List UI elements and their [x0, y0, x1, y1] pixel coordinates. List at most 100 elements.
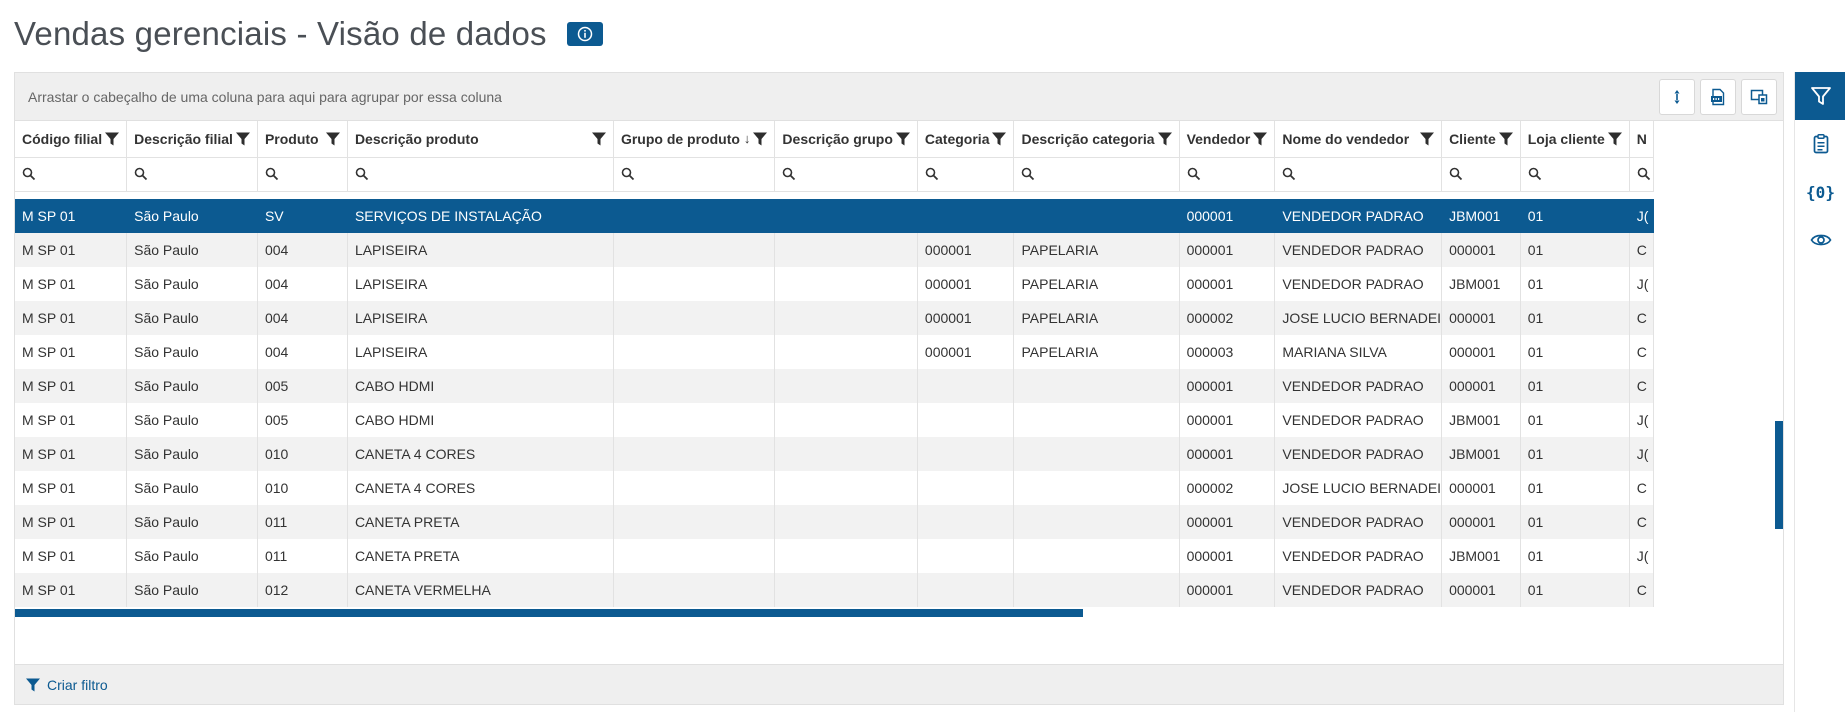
table-cell — [774, 267, 918, 301]
column-search-cell[interactable] — [774, 157, 918, 192]
column-header[interactable]: Produto — [257, 121, 348, 158]
column-filter-icon[interactable] — [991, 131, 1007, 147]
table-row[interactable]: M SP 01 São Paulo 011 CANETA PRETA 000001 VEN… — [15, 505, 1654, 539]
table-row[interactable]: M SP 01 São Paulo 004 LAPISEIRA 000001 PAPELA… — [15, 233, 1654, 267]
column-header-label: Produto — [264, 130, 319, 147]
column-filter-icon[interactable] — [1252, 131, 1268, 147]
table-cell: São Paulo — [126, 437, 258, 471]
rail-visibility-button[interactable] — [1795, 216, 1845, 264]
export-csv-button[interactable] — [1700, 79, 1736, 115]
table-cell: 000001 — [1179, 267, 1276, 301]
table-cell: PAPELARIA — [1013, 301, 1180, 335]
column-filter-icon[interactable] — [235, 131, 251, 147]
table-cell — [613, 505, 776, 539]
column-search-cell[interactable] — [257, 157, 348, 192]
column-header[interactable]: Descrição produto — [347, 121, 614, 158]
table-cell — [613, 573, 776, 607]
column-search-cell[interactable] — [126, 157, 258, 192]
column-header-label: Grupo de produto — [620, 130, 740, 147]
info-button[interactable] — [566, 22, 603, 46]
table-row[interactable]: M SP 01 São Paulo 004 LAPISEIRA 000001 PAPELA… — [15, 301, 1654, 335]
column-search-cell[interactable] — [613, 157, 776, 192]
column-search-cell[interactable] — [1441, 157, 1521, 192]
column-header[interactable]: Nome do vendedor — [1274, 121, 1443, 158]
sort-descending-icon: ↓ — [743, 131, 751, 147]
column-search-row — [15, 157, 1654, 192]
table-cell: 01 — [1520, 301, 1630, 335]
table-row[interactable]: M SP 01 São Paulo 011 CANETA PRETA 000001 VEN… — [15, 539, 1654, 573]
table-row[interactable]: M SP 01 São Paulo 010 CANETA 4 CORES 000001 V… — [15, 437, 1654, 471]
rail-filter-button[interactable] — [1795, 72, 1845, 120]
column-header[interactable]: Loja cliente — [1520, 121, 1630, 158]
search-icon — [1449, 167, 1463, 181]
column-search-cell[interactable] — [1629, 157, 1654, 192]
table-cell — [1013, 403, 1180, 437]
table-cell: 000002 — [1179, 301, 1276, 335]
column-filter-icon[interactable] — [325, 131, 341, 147]
column-header[interactable]: Cliente — [1441, 121, 1521, 158]
column-filter-icon[interactable] — [1607, 131, 1623, 147]
search-icon — [1022, 167, 1035, 181]
column-search-cell[interactable] — [1520, 157, 1630, 192]
column-header[interactable]: Categoria — [917, 121, 1015, 158]
table-cell — [917, 403, 1015, 437]
group-by-panel[interactable]: Arrastar o cabeçalho de uma coluna para … — [15, 73, 1783, 121]
column-search-cell[interactable] — [15, 157, 128, 192]
column-header-label: Loja cliente — [1527, 130, 1605, 147]
table-row[interactable]: M SP 01 São Paulo 005 CABO HDMI 000001 VENDED… — [15, 403, 1654, 437]
column-chooser-button[interactable] — [1741, 79, 1777, 115]
eye-icon — [1810, 234, 1831, 246]
column-search-cell[interactable] — [1274, 157, 1443, 192]
table-cell: JOSE LUCIO BERNADEI — [1274, 471, 1443, 505]
table-row[interactable]: M SP 01 São Paulo 012 CANETA VERMELHA 000001… — [15, 573, 1654, 607]
column-header[interactable]: Descrição categoria — [1013, 121, 1180, 158]
column-header[interactable]: Vendedor — [1179, 121, 1276, 158]
column-header[interactable]: Descrição grupo — [774, 121, 918, 158]
table-cell — [917, 437, 1015, 471]
table-cell: JOSE LUCIO BERNADEI — [1274, 301, 1443, 335]
table-row[interactable]: M SP 01 São Paulo 010 CANETA 4 CORES 000002 J… — [15, 471, 1654, 505]
horizontal-scrollbar-thumb[interactable] — [15, 609, 1083, 617]
table-cell: VENDEDOR PADRAO — [1274, 267, 1443, 301]
column-header[interactable]: Grupo de produto ↓ — [613, 121, 776, 158]
table-cell — [613, 267, 776, 301]
column-filter-icon[interactable] — [104, 131, 120, 147]
column-filter-icon[interactable] — [752, 131, 768, 147]
column-header-label: Categoria — [924, 130, 990, 147]
table-cell: 004 — [257, 335, 348, 369]
table-cell: 000001 — [917, 301, 1015, 335]
expand-rows-button[interactable] — [1659, 79, 1695, 115]
column-header-label: Descrição categoria — [1021, 130, 1155, 147]
grid-toolbar — [1659, 79, 1777, 115]
column-filter-icon[interactable] — [895, 131, 911, 147]
column-search-cell[interactable] — [1013, 157, 1180, 192]
table-cell: 01 — [1520, 505, 1630, 539]
table-cell: 000001 — [1179, 573, 1276, 607]
table-row[interactable]: M SP 01 São Paulo 005 CABO HDMI 000001 VENDED… — [15, 369, 1654, 403]
table-cell — [613, 199, 776, 233]
create-filter-link[interactable]: Criar filtro — [25, 677, 108, 693]
vertical-scrollbar-thumb[interactable] — [1775, 421, 1783, 529]
table-cell: 000001 — [1441, 335, 1521, 369]
table-cell: M SP 01 — [15, 369, 128, 403]
table-cell: 01 — [1520, 335, 1630, 369]
column-search-cell[interactable] — [1179, 157, 1276, 192]
column-header[interactable]: N — [1629, 121, 1654, 158]
group-by-hint: Arrastar o cabeçalho de uma coluna para … — [28, 88, 502, 105]
table-row[interactable]: M SP 01 São Paulo 004 LAPISEIRA 000001 PAPELA… — [15, 267, 1654, 301]
table-row[interactable]: M SP 01 São Paulo 004 LAPISEIRA 000001 PAPELA… — [15, 335, 1654, 369]
column-filter-icon[interactable] — [591, 131, 607, 147]
search-icon — [22, 167, 36, 181]
column-filter-icon[interactable] — [1498, 131, 1514, 147]
column-filter-icon[interactable] — [1419, 131, 1435, 147]
column-search-cell[interactable] — [347, 157, 614, 192]
column-header[interactable]: Descrição filial — [126, 121, 258, 158]
column-header[interactable]: Código filial — [15, 121, 128, 158]
column-filter-icon[interactable] — [1157, 131, 1173, 147]
table-cell: 000001 — [1179, 403, 1276, 437]
table-cell — [917, 369, 1015, 403]
table-row-selected[interactable]: M SP 01 São Paulo SV SERVIÇOS DE INSTALAÇÃO… — [15, 199, 1654, 233]
rail-clipboard-button[interactable] — [1795, 120, 1845, 168]
rail-variables-button[interactable]: {0} — [1795, 168, 1845, 216]
column-search-cell[interactable] — [917, 157, 1015, 192]
